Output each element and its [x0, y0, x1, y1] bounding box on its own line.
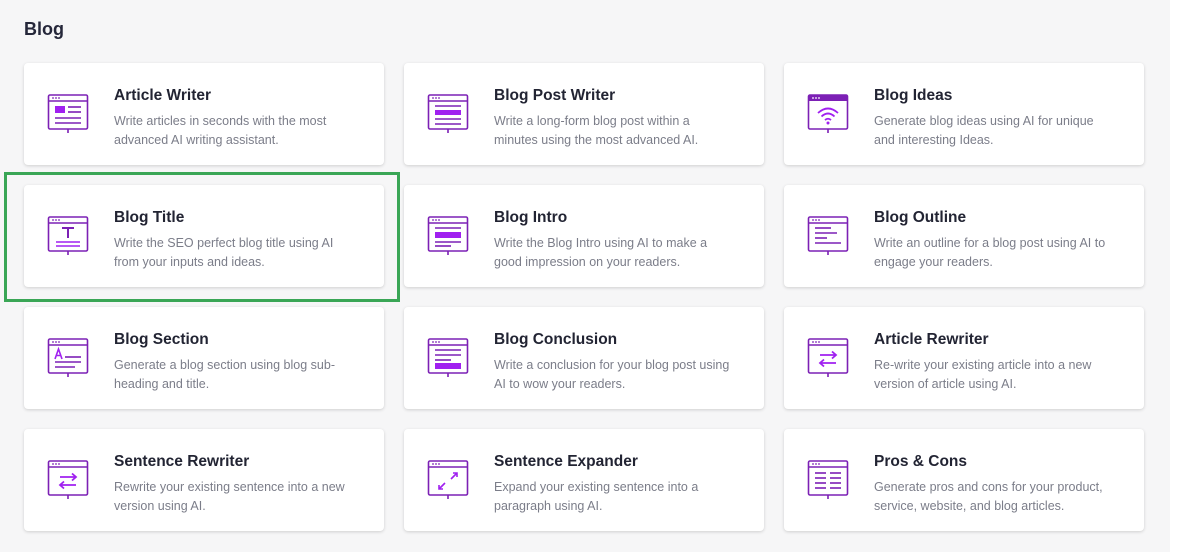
card-description: Write an outline for a blog post using A… — [874, 236, 1106, 269]
card-description: Re-write your existing article into a ne… — [874, 358, 1092, 391]
card-title: Blog Section — [114, 331, 209, 348]
card-description: Expand your existing sentence into a par… — [494, 480, 699, 513]
section-title: Blog — [24, 19, 64, 39]
wifi-icon — [807, 93, 849, 135]
card-description: Write a conclusion for your blog post us… — [494, 358, 730, 391]
card-title: Pros & Cons — [874, 453, 968, 470]
card-description: Rewrite your existing sentence into a ne… — [114, 480, 345, 513]
card-article-writer[interactable]: Article Writer Write articles in seconds… — [24, 63, 384, 165]
tool-grid: Article Writer Write articles in seconds… — [24, 63, 1144, 531]
card-description: Write a long-form blog post within a min… — [494, 114, 699, 147]
card-blog-conclusion[interactable]: Blog Conclusion Write a conclusion for y… — [404, 307, 764, 409]
article-writer-icon — [47, 93, 89, 135]
card-title: Article Rewriter — [874, 331, 989, 348]
card-blog-section[interactable]: Blog Section Generate a blog section usi… — [24, 307, 384, 409]
blog-intro-icon — [427, 215, 469, 257]
card-title: Article Writer — [114, 87, 212, 104]
card-blog-ideas[interactable]: Blog Ideas Generate blog ideas using AI … — [784, 63, 1144, 165]
card-title: Blog Post Writer — [494, 87, 616, 104]
card-description: Write the SEO perfect blog title using A… — [114, 236, 334, 269]
card-title: Sentence Rewriter — [114, 453, 250, 470]
card-blog-post-writer[interactable]: Blog Post Writer Write a long-form blog … — [404, 63, 764, 165]
card-article-rewriter[interactable]: Article Rewriter Re-write your existing … — [784, 307, 1144, 409]
card-blog-title[interactable]: Blog Title Write the SEO perfect blog ti… — [24, 185, 384, 287]
card-title: Blog Ideas — [874, 87, 953, 104]
card-blog-outline[interactable]: Blog Outline Write an outline for a blog… — [784, 185, 1144, 287]
tools-panel: Blog Article Writer Write articles in se… — [0, 0, 1170, 552]
card-title: Blog Conclusion — [494, 331, 618, 348]
card-description: Generate a blog section using blog sub-h… — [114, 358, 335, 391]
blog-post-writer-icon — [427, 93, 469, 135]
card-title: Blog Outline — [874, 209, 967, 226]
conclusion-icon — [427, 337, 469, 379]
card-sentence-expander[interactable]: Sentence Expander Expand your existing s… — [404, 429, 764, 531]
card-description: Write the Blog Intro using AI to make a … — [494, 236, 708, 269]
card-description: Generate pros and cons for your product,… — [874, 480, 1103, 513]
swap-arrows-icon — [47, 459, 89, 501]
section-a-icon — [47, 337, 89, 379]
card-blog-intro[interactable]: Blog Intro Write the Blog Intro using AI… — [404, 185, 764, 287]
card-sentence-rewriter[interactable]: Sentence Rewriter Rewrite your existing … — [24, 429, 384, 531]
card-description: Generate blog ideas using AI for unique … — [874, 114, 1094, 147]
pros-cons-icon — [807, 459, 849, 501]
card-title: Sentence Expander — [494, 453, 638, 470]
title-t-icon — [47, 215, 89, 257]
card-description: Write articles in seconds with the most … — [114, 114, 327, 147]
swap-arrows-icon — [807, 337, 849, 379]
outline-icon — [807, 215, 849, 257]
card-title: Blog Title — [114, 209, 185, 226]
card-pros-cons[interactable]: Pros & Cons Generate pros and cons for y… — [784, 429, 1144, 531]
expand-arrows-icon — [427, 459, 469, 501]
card-title: Blog Intro — [494, 209, 568, 226]
